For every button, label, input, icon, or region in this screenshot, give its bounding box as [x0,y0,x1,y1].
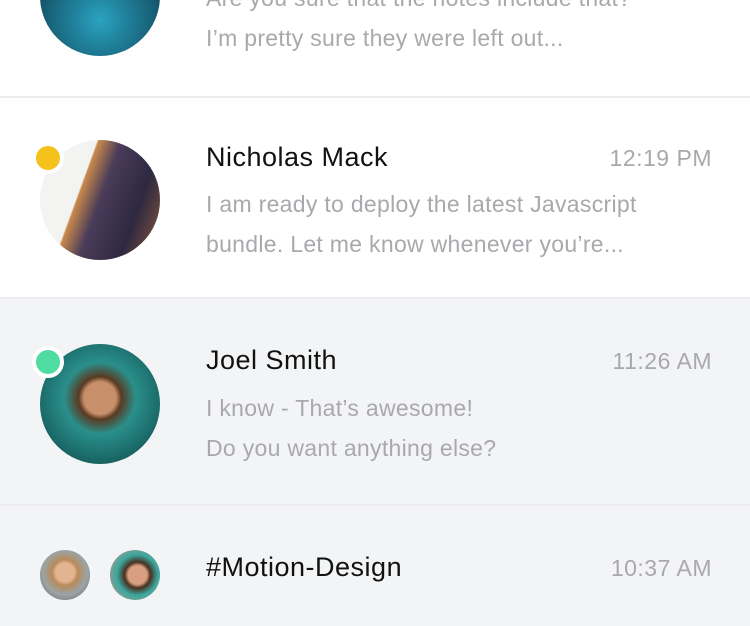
conversation-row[interactable]: Nicholas Mack 12:19 PM I am ready to dep… [0,98,750,299]
message-line: I am ready to deploy the latest Javascri… [206,191,637,217]
message-preview: I am ready to deploy the latest Javascri… [206,184,637,264]
message-line: bundle. Let me know whenever you’re... [206,231,624,257]
message-line: Are you sure that the notes include that… [206,0,631,18]
timestamp: 12:19 PM [609,145,712,171]
conversation-row[interactable]: #Motion-Design 10:37 AM [0,506,750,626]
contact-name: Joel Smith [206,345,338,375]
timestamp: 10:37 AM [610,555,712,581]
avatar [40,550,90,600]
conversation-row[interactable]: Joel Smith 11:26 AM I know - That’s awes… [0,299,750,506]
message-line: Do you want anything else? [206,435,497,461]
avatar [40,0,160,56]
status-dot-online [32,346,64,378]
channel-name: #Motion-Design [206,552,403,582]
conversation-row[interactable]: Are you sure that the notes include that… [0,0,750,98]
message-line: I’m pretty sure they were left out... [206,25,564,51]
contact-name: Nicholas Mack [206,142,389,172]
message-preview: I know - That’s awesome! Do you want anyt… [206,388,496,468]
message-line: I know - That’s awesome! [206,395,474,421]
message-preview: Are you sure that the notes include that… [206,0,631,58]
avatar [110,550,160,600]
timestamp: 11:26 AM [612,348,712,374]
status-dot-away [32,142,64,174]
